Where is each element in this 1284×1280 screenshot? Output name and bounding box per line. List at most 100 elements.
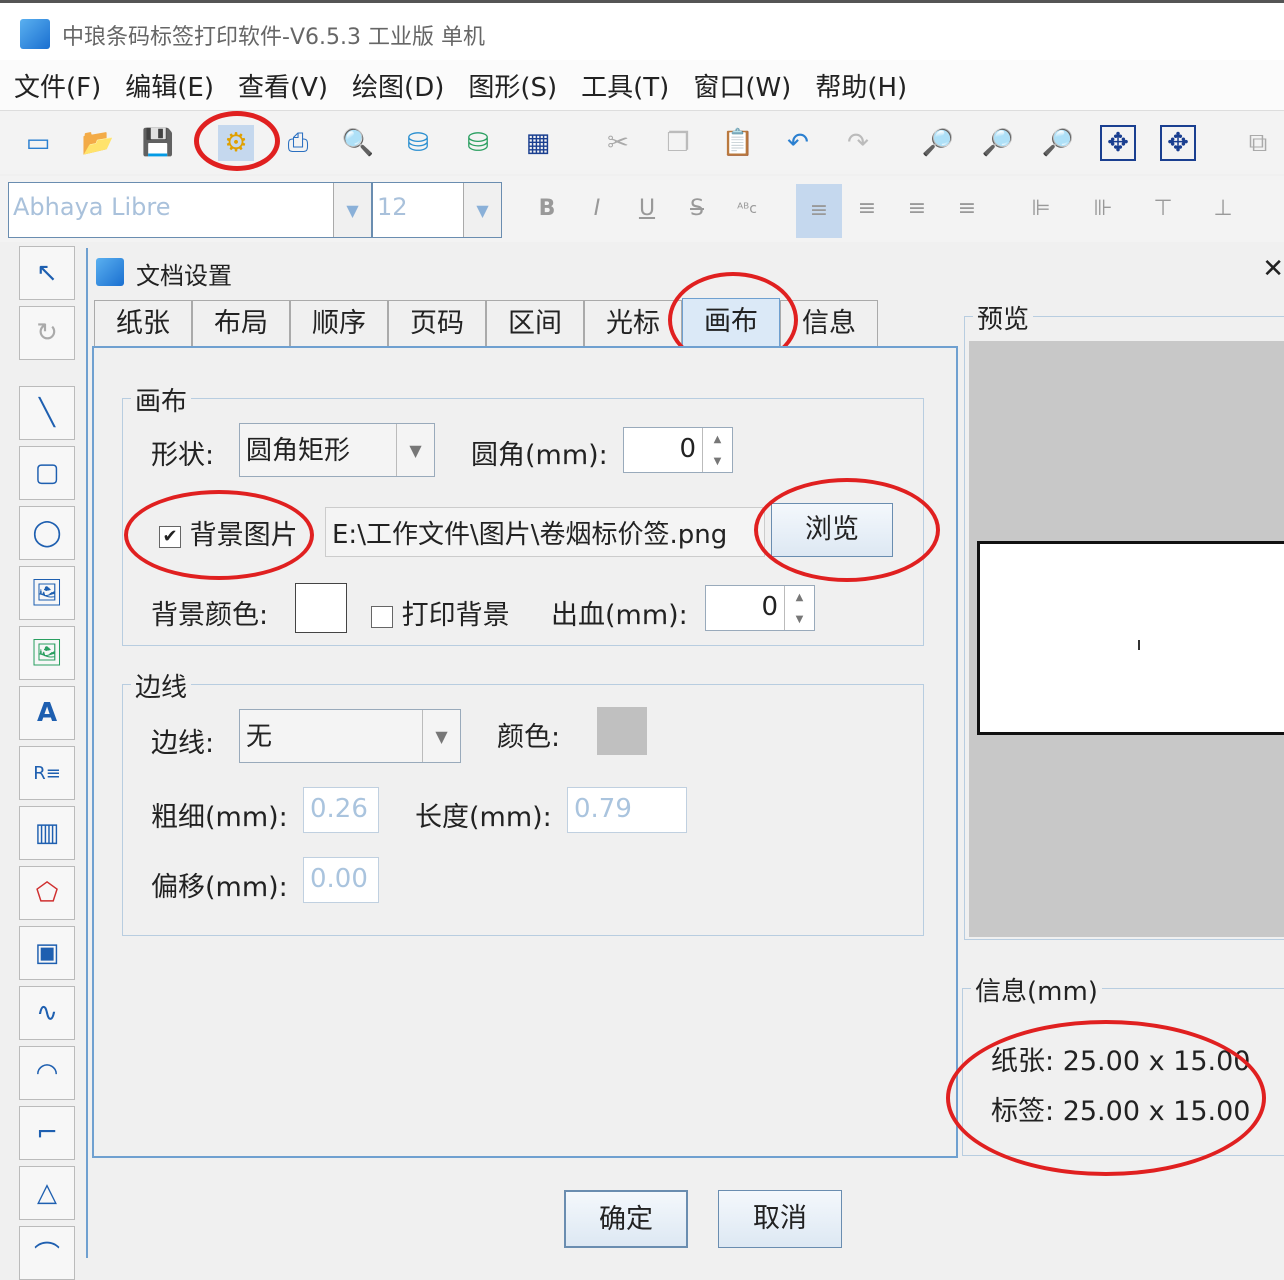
actual-size-icon[interactable]: ✥ [1160,125,1196,161]
barcode-tool-icon[interactable]: ▥ [19,806,75,860]
menu-file[interactable]: 文件(F) [14,67,101,104]
bg-color-label: 背景颜色: [151,593,268,632]
print-icon[interactable]: ⎙ [280,125,316,161]
cancel-button[interactable]: 取消 [718,1190,842,1248]
border-select[interactable]: 无▼ [239,709,461,763]
bg-image-checkbox[interactable]: ✔ 背景图片 [159,513,298,552]
menu-edit[interactable]: 编辑(E) [125,67,214,104]
bleed-input[interactable]: 0▲▼ [705,585,815,631]
align-center-icon[interactable]: ≡ [850,192,884,226]
offset-label: 偏移(mm): [151,865,288,904]
database-settings-icon[interactable]: ⛁ [460,125,496,161]
align-objects-left-icon[interactable]: ⊫ [1024,192,1058,226]
save-icon[interactable]: 💾 [140,125,176,161]
align-left-icon[interactable]: ≡ [796,184,842,238]
menu-shape[interactable]: 图形(S) [468,67,557,104]
open-icon[interactable]: 📂 [80,125,116,161]
freeform-tool-icon[interactable]: ⌐ [19,1106,75,1160]
align-justify-icon[interactable]: ≡ [950,192,984,226]
border-color-swatch[interactable] [597,707,647,755]
chevron-down-icon[interactable]: ▼ [463,183,501,237]
font-family-select[interactable]: Abhaya Libre▼ [8,182,372,238]
bg-image-path[interactable]: E:\工作文件\图片\卷烟标价签.png [325,507,765,557]
rotate-tool-icon[interactable]: ↻ [19,306,75,360]
tab-layout[interactable]: 布局 [192,300,290,348]
spinner-icon[interactable]: ▲▼ [784,586,814,630]
menu-view[interactable]: 查看(V) [238,67,328,104]
tab-info[interactable]: 信息 [780,300,878,348]
paste-icon[interactable]: 📋 [720,125,756,161]
arc-tool-icon[interactable]: ◠ [19,1046,75,1100]
menu-window[interactable]: 窗口(W) [693,67,791,104]
text-cursor [1138,640,1140,650]
close-icon[interactable]: ✕ [1262,254,1284,284]
tab-page-number[interactable]: 页码 [388,300,486,348]
length-input[interactable]: 0.79 [567,787,687,833]
print-preview-icon[interactable]: 🔍 [340,125,376,161]
copy-icon[interactable]: ❐ [660,125,696,161]
spinner-icon[interactable]: ▲▼ [702,428,732,472]
thickness-input[interactable]: 0.26 [303,787,379,833]
new-icon[interactable]: ▭ [20,125,56,161]
database-icon[interactable]: ⛁ [400,125,436,161]
chevron-down-icon[interactable]: ▼ [396,424,434,476]
info-label: 信息(mm) [971,971,1102,1008]
tab-order[interactable]: 顺序 [290,300,388,348]
text-style-icon[interactable]: ᴬᴮc [730,192,764,226]
canvas-group-label: 画布 [131,381,191,418]
text-tool-icon[interactable]: A [19,686,75,740]
grid-icon[interactable]: ▦ [520,125,556,161]
menu-tools[interactable]: 工具(T) [581,67,669,104]
curve-tool-icon[interactable]: ∿ [19,986,75,1040]
shape-tool-icon[interactable]: ⌒ [19,1226,75,1280]
checkbox-checked-icon[interactable]: ✔ [159,526,181,548]
drawing-toolbox: ↖ ↻ ╲ ▢ ◯ 🖼 🖼 A R≡ ▥ ⬠ ▣ ∿ ◠ ⌐ △ ⌒ [16,244,78,1258]
menu-draw[interactable]: 绘图(D) [352,67,444,104]
offset-input[interactable]: 0.00 [303,857,379,903]
fit-page-icon[interactable]: ✥ [1100,125,1136,161]
zoom-in-icon[interactable]: 🔎 [920,125,956,161]
italic-icon[interactable]: I [580,192,614,226]
bold-icon[interactable]: B [530,192,564,226]
chevron-down-icon[interactable]: ▼ [333,183,371,237]
bg-color-swatch[interactable] [295,583,347,633]
cut-icon[interactable]: ✂ [600,125,636,161]
ok-button[interactable]: 确定 [564,1190,688,1248]
layer-icon[interactable]: ⧉ [1240,125,1276,161]
underline-icon[interactable]: U [630,192,664,226]
select-tool-icon[interactable]: ↖ [19,246,75,300]
picture-tool-icon[interactable]: 🖼 [19,626,75,680]
strikethrough-icon[interactable]: S [680,192,714,226]
line-tool-icon[interactable]: ╲ [19,386,75,440]
chevron-down-icon[interactable]: ▼ [422,710,460,762]
qrcode-tool-icon[interactable]: ▣ [19,926,75,980]
zoom-out-icon[interactable]: 🔎 [980,125,1016,161]
tab-cursor[interactable]: 光标 [584,300,682,348]
tab-paper[interactable]: 纸张 [94,300,192,348]
font-size-select[interactable]: 12▼ [372,182,502,238]
checkbox-unchecked-icon[interactable] [371,606,393,628]
browse-button[interactable]: 浏览 [771,503,893,557]
image-tool-icon[interactable]: 🖼 [19,566,75,620]
ellipse-tool-icon[interactable]: ◯ [19,506,75,560]
tab-range[interactable]: 区间 [486,300,584,348]
align-objects-right-icon[interactable]: ⊪ [1086,192,1120,226]
align-objects-bottom-icon[interactable]: ⊥ [1206,192,1240,226]
rectangle-tool-icon[interactable]: ▢ [19,446,75,500]
menu-help[interactable]: 帮助(H) [815,67,907,104]
shape-select[interactable]: 圆角矩形▼ [239,423,435,477]
print-bg-checkbox[interactable]: 打印背景 [371,593,510,632]
zoom-icon[interactable]: 🔎 [1040,125,1076,161]
align-right-icon[interactable]: ≡ [900,192,934,226]
tab-canvas[interactable]: 画布 [682,298,780,350]
redo-icon[interactable]: ↷ [840,125,876,161]
undo-icon[interactable]: ↶ [780,125,816,161]
triangle-tool-icon[interactable]: △ [19,1166,75,1220]
rich-text-tool-icon[interactable]: R≡ [19,746,75,800]
polygon-tool-icon[interactable]: ⬠ [19,866,75,920]
align-objects-top-icon[interactable]: ⊤ [1146,192,1180,226]
corner-input[interactable]: 0▲▼ [623,427,733,473]
bleed-value: 0 [761,592,778,622]
document-settings-icon[interactable]: ⚙ [218,125,254,161]
app-title: 中琅条码标签打印软件-V6.5.3 工业版 单机 [62,19,485,51]
